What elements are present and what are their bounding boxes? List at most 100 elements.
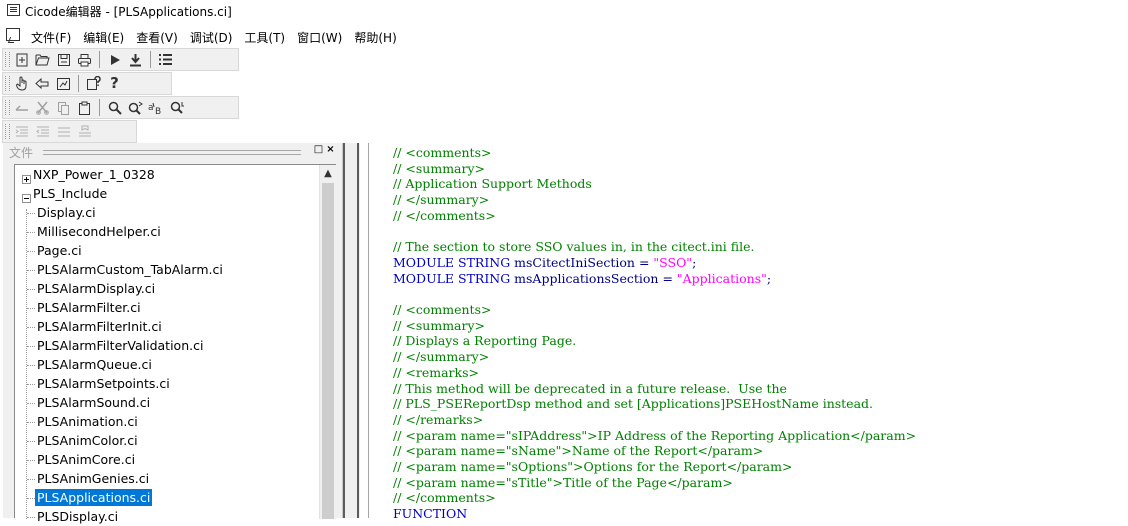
code-token: "Applications" bbox=[676, 270, 767, 286]
code-token: // The section to store SSO values in, i… bbox=[393, 239, 755, 255]
code-line[interactable]: // <summary> bbox=[393, 318, 916, 334]
code-line[interactable]: // The section to store SSO values in, i… bbox=[393, 239, 916, 255]
tree-item-file[interactable]: PLSAlarmFilterInit.ci bbox=[37, 318, 162, 336]
tree-connector bbox=[27, 346, 35, 347]
tree-item-file[interactable]: MillisecondHelper.ci bbox=[37, 223, 161, 241]
help-icon[interactable]: ? bbox=[104, 74, 125, 93]
tree-item-file[interactable]: PLSDisplay.ci bbox=[37, 508, 118, 526]
tree-item-file[interactable]: PLSAnimation.ci bbox=[37, 413, 138, 431]
code-line[interactable] bbox=[393, 286, 916, 302]
find-in-files-icon[interactable] bbox=[167, 98, 188, 117]
tree-item-file[interactable]: PLSAlarmQueue.ci bbox=[37, 356, 152, 374]
code-token: // <param name="sOptions">Options for th… bbox=[393, 459, 793, 475]
print-icon[interactable] bbox=[74, 50, 95, 69]
code-line[interactable]: // <param name="sTitle">Title of the Pag… bbox=[393, 475, 916, 491]
outdent-icon[interactable] bbox=[32, 122, 53, 141]
code-line[interactable]: // </comments> bbox=[393, 490, 916, 506]
code-line[interactable]: MODULE STRING msCitectIniSection = "SSO"… bbox=[393, 255, 916, 271]
panel-grip[interactable] bbox=[43, 150, 301, 155]
window-title: Cicode编辑器 - [PLSApplications.ci] bbox=[25, 5, 232, 19]
copy-icon[interactable] bbox=[53, 98, 74, 117]
code-token: // Displays a Reporting Page. bbox=[393, 333, 577, 349]
code-line[interactable]: FUNCTION bbox=[393, 506, 916, 518]
collapse-icon[interactable] bbox=[22, 194, 31, 203]
tree-connector bbox=[27, 213, 35, 214]
tree-node-project[interactable]: NXP_Power_1_0328 bbox=[33, 166, 155, 184]
tree-node-folder[interactable]: PLS_Include bbox=[33, 185, 107, 203]
code-text[interactable]: // <comments>// <summary>// Application … bbox=[393, 145, 916, 518]
code-line[interactable]: // Displays a Reporting Page. bbox=[393, 333, 916, 349]
open-folder-icon[interactable] bbox=[32, 50, 53, 69]
menu-file[interactable]: 文件(F) bbox=[26, 29, 78, 46]
hand-icon[interactable] bbox=[11, 74, 32, 93]
code-token: // PLS_PSEReportDsp method and set [Appl… bbox=[393, 396, 874, 412]
code-line[interactable]: // </summary> bbox=[393, 349, 916, 365]
menu-help[interactable]: 帮助(H) bbox=[349, 29, 403, 46]
code-line[interactable]: // <remarks> bbox=[393, 365, 916, 381]
tree-item-file[interactable]: Page.ci bbox=[37, 242, 82, 260]
properties-icon[interactable] bbox=[53, 74, 74, 93]
find-icon[interactable] bbox=[104, 98, 125, 117]
scroll-up-icon[interactable]: ▲ bbox=[320, 167, 336, 181]
tree-item-file[interactable]: PLSAnimGenies.ci bbox=[37, 470, 149, 488]
code-editor[interactable]: // <comments>// <summary>// Application … bbox=[368, 143, 1128, 518]
help-context-icon[interactable] bbox=[83, 74, 104, 93]
new-file-icon[interactable] bbox=[11, 50, 32, 69]
compile-icon[interactable] bbox=[125, 50, 146, 69]
code-line[interactable]: // <summary> bbox=[393, 161, 916, 177]
paste-icon[interactable] bbox=[74, 98, 95, 117]
tree-item-file[interactable]: PLSAlarmFilter.ci bbox=[37, 299, 141, 317]
menu-window[interactable]: 窗口(W) bbox=[292, 29, 349, 46]
code-line[interactable]: // <comments> bbox=[393, 145, 916, 161]
file-tree[interactable]: NXP_Power_1_0328 PLS_Include Display.ci … bbox=[14, 164, 336, 524]
code-line[interactable] bbox=[393, 224, 916, 240]
replace-icon[interactable]: aB bbox=[146, 98, 167, 117]
code-line[interactable]: // <param name="sOptions">Options for th… bbox=[393, 459, 916, 475]
document-menu-icon[interactable] bbox=[6, 28, 20, 41]
undo-icon[interactable] bbox=[11, 98, 32, 117]
code-line[interactable]: // </remarks> bbox=[393, 412, 916, 428]
menu-edit[interactable]: 编辑(E) bbox=[78, 29, 131, 46]
save-icon[interactable] bbox=[53, 50, 74, 69]
menu-tools[interactable]: 工具(T) bbox=[239, 29, 292, 46]
code-line[interactable]: // Application Support Methods bbox=[393, 176, 916, 192]
list-icon[interactable] bbox=[155, 50, 176, 69]
code-line[interactable]: // </comments> bbox=[393, 208, 916, 224]
panel-minimize-button[interactable]: □ bbox=[313, 144, 324, 155]
toolbar-separator bbox=[99, 51, 100, 68]
run-icon[interactable] bbox=[104, 50, 125, 69]
code-line[interactable]: // </summary> bbox=[393, 192, 916, 208]
tree-item-file[interactable]: PLSAlarmDisplay.ci bbox=[37, 280, 155, 298]
expand-icon[interactable] bbox=[22, 175, 31, 184]
tree-item-file[interactable]: PLSAlarmCustom_TabAlarm.ci bbox=[37, 261, 223, 279]
bookmark-icon[interactable] bbox=[74, 122, 95, 141]
cut-icon[interactable] bbox=[32, 98, 53, 117]
indent-icon[interactable] bbox=[11, 122, 32, 141]
align-icon[interactable] bbox=[53, 122, 74, 141]
code-token: MODULE STRING bbox=[393, 270, 515, 286]
panel-splitter[interactable] bbox=[343, 143, 360, 518]
tree-item-file[interactable]: Display.ci bbox=[37, 204, 96, 222]
tree-item-file[interactable]: PLSAlarmFilterValidation.ci bbox=[37, 337, 203, 355]
toolbar-file bbox=[2, 48, 239, 71]
code-line[interactable]: // PLS_PSEReportDsp method and set [Appl… bbox=[393, 396, 916, 412]
panel-close-button[interactable]: × bbox=[325, 144, 336, 155]
tree-item-file[interactable]: PLSAnimCore.ci bbox=[37, 451, 135, 469]
menu-view[interactable]: 查看(V) bbox=[131, 29, 185, 46]
code-token: // <comments> bbox=[393, 302, 492, 318]
code-line[interactable]: // <comments> bbox=[393, 302, 916, 318]
code-line[interactable]: // <param name="sName">Name of the Repor… bbox=[393, 443, 916, 459]
code-line[interactable]: // <param name="sIPAddress">IP Address o… bbox=[393, 428, 916, 444]
find-next-icon[interactable] bbox=[125, 98, 146, 117]
tree-scrollbar[interactable]: ▲ bbox=[319, 165, 336, 519]
tree-item-file[interactable]: PLSAlarmSound.ci bbox=[37, 394, 150, 412]
tree-item-file[interactable]: PLSAlarmSetpoints.ci bbox=[37, 375, 170, 393]
tree-item-file[interactable]: PLSAnimColor.ci bbox=[37, 432, 138, 450]
scroll-thumb[interactable] bbox=[322, 183, 334, 519]
code-line[interactable]: MODULE STRING msApplicationsSection = "A… bbox=[393, 271, 916, 287]
code-line[interactable]: // This method will be deprecated in a f… bbox=[393, 381, 916, 397]
splitter-edge bbox=[343, 143, 345, 518]
undo-arrow-icon[interactable] bbox=[32, 74, 53, 93]
tree-item-file-selected[interactable]: PLSApplications.ci bbox=[35, 489, 153, 507]
menu-debug[interactable]: 调试(D) bbox=[185, 29, 240, 46]
